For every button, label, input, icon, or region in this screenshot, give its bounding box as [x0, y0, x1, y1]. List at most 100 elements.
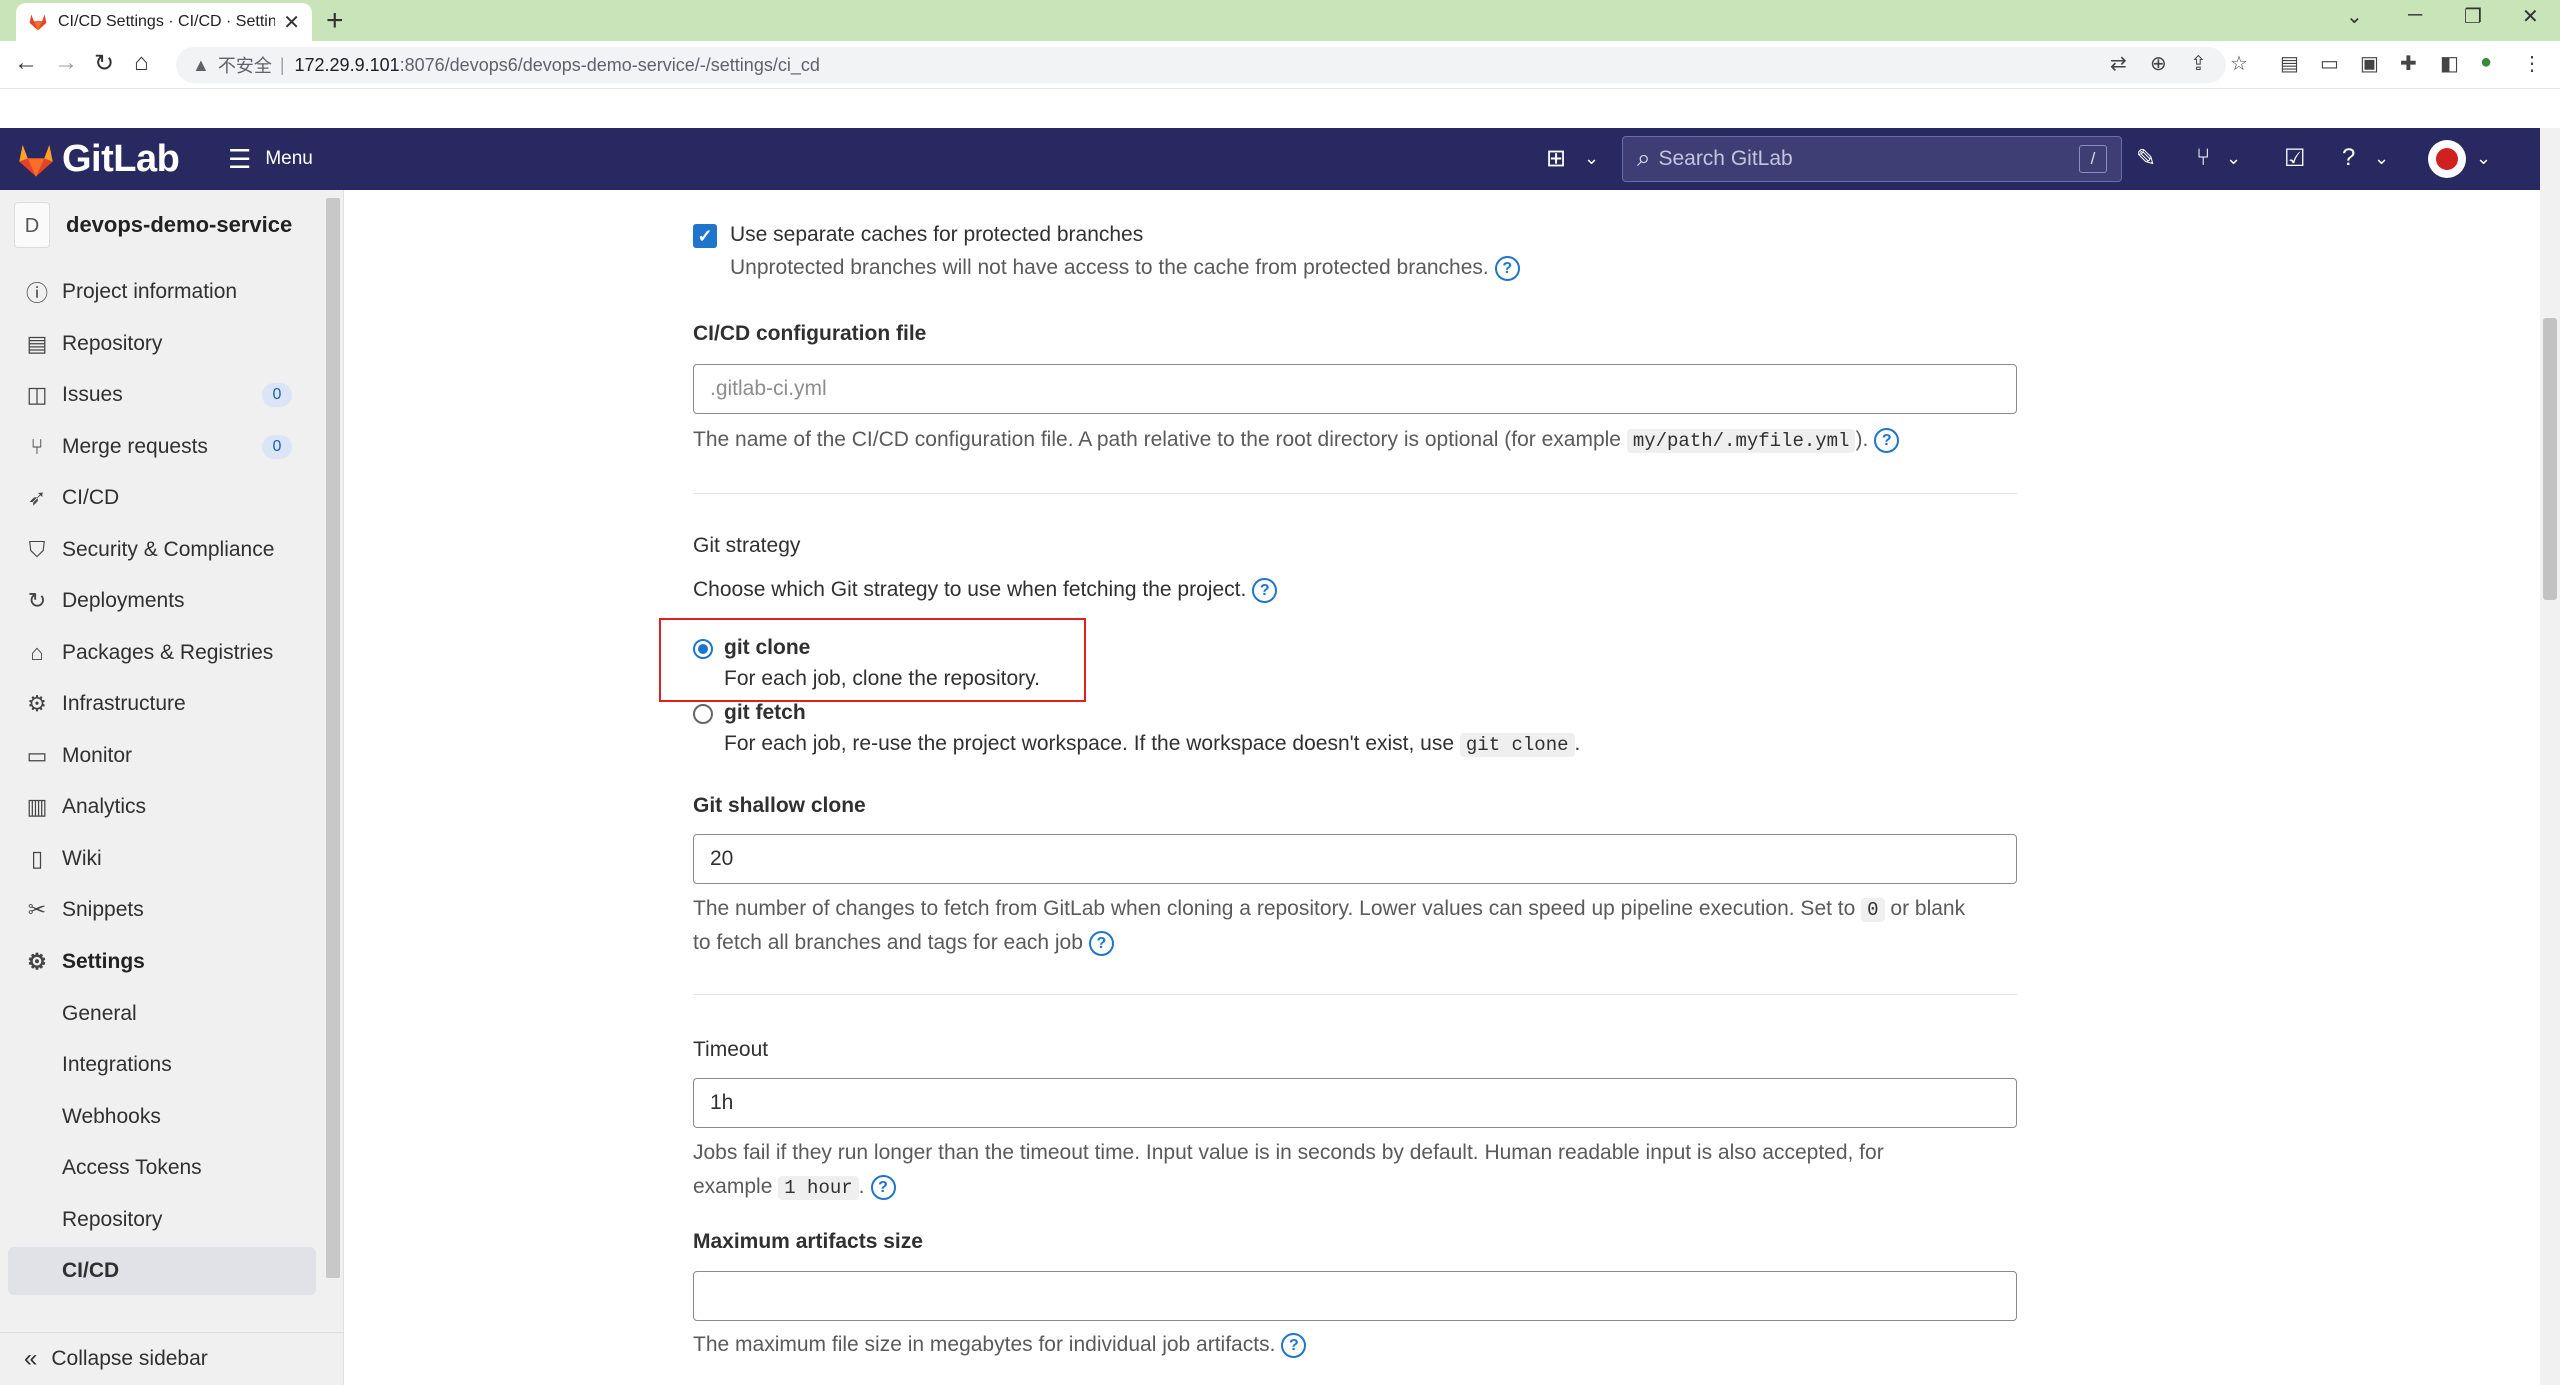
sidebar-item-settings[interactable]: ⚙ Settings — [0, 938, 324, 986]
puzzle-icon[interactable]: ✚ — [2400, 51, 2417, 76]
sidebar-item-security-compliance[interactable]: ⛉ Security & Compliance — [0, 526, 324, 574]
config-file-input[interactable]: .gitlab-ci.yml — [693, 364, 2017, 414]
git-fetch-radio[interactable] — [693, 704, 713, 724]
browser-menu-icon[interactable]: ⋮ — [2522, 51, 2542, 76]
sidebar-item-wiki[interactable]: ▯ Wiki — [0, 835, 324, 883]
share-icon[interactable]: ⇪ — [2190, 51, 2207, 76]
rocket-icon: ➶ — [27, 485, 47, 510]
collapse-sidebar-button[interactable]: « Collapse sidebar — [0, 1332, 344, 1384]
sidebar-subitem-integrations[interactable]: Integrations — [0, 1041, 324, 1089]
help-question-icon[interactable]: ? — [1281, 1332, 1307, 1358]
url-field[interactable]: ▲ 不安全 | 172.29.9.101:8076/devops6/devops… — [176, 47, 2226, 83]
sidebar-item-label: Settings — [62, 950, 145, 973]
warning-icon: ▲ — [192, 54, 210, 75]
help-question-icon[interactable]: ? — [1494, 255, 1520, 281]
reload-icon[interactable]: ↻ — [94, 49, 114, 78]
sidepanel-icon[interactable]: ◧ — [2440, 51, 2459, 76]
help-chevron-down-icon[interactable]: ⌄ — [2374, 148, 2389, 169]
help-question-icon[interactable]: ? — [1874, 427, 1900, 453]
sidebar-subitem-cicd[interactable]: CI/CD — [8, 1247, 316, 1295]
shallow-clone-help: The number of changes to fetch from GitL… — [693, 892, 1965, 927]
shallow-clone-help-after: or blank — [1890, 897, 1966, 920]
menu-button[interactable]: ☰ Menu — [228, 146, 313, 172]
sidebar-item-packages-registries[interactable]: ⌂ Packages & Registries — [0, 629, 324, 677]
git-clone-radio[interactable] — [693, 639, 713, 659]
merge-requests-icon[interactable]: ⑂ — [2196, 144, 2210, 172]
sidebar-project-header[interactable]: D devops-demo-service — [14, 202, 292, 248]
timeout-help-example: example — [693, 1175, 773, 1198]
new-tab-button[interactable]: + — [326, 4, 344, 38]
search-shortcut-key: / — [2079, 145, 2107, 173]
minimize-icon[interactable]: ─ — [2408, 4, 2422, 27]
help-question-icon[interactable]: ? — [1252, 577, 1278, 603]
git-fetch-help-after: . — [1574, 732, 1581, 755]
sidebar-item-merge-requests[interactable]: ⑂ Merge requests 0 — [0, 423, 324, 471]
extension2-icon[interactable]: ▭ — [2320, 51, 2339, 76]
shallow-clone-input[interactable]: 20 — [693, 834, 2017, 884]
sidebar-scrollbar[interactable] — [326, 198, 340, 1278]
separate-caches-label: Use separate caches for protected branch… — [730, 223, 1144, 246]
sidebar-item-issues[interactable]: ◫ Issues 0 — [0, 371, 324, 419]
mr-chevron-down-icon[interactable]: ⌄ — [2226, 148, 2241, 169]
max-artifacts-input[interactable] — [693, 1271, 2017, 1321]
sidebar-item-analytics[interactable]: ▥ Analytics — [0, 783, 324, 831]
user-avatar[interactable] — [2428, 140, 2466, 178]
avatar-chevron-down-icon[interactable]: ⌄ — [2476, 148, 2491, 169]
shallow-clone-zero-code: 0 — [1861, 898, 1885, 922]
sidebar-item-monitor[interactable]: ▭ Monitor — [0, 732, 324, 780]
translate-icon[interactable]: ⇄ — [2110, 51, 2127, 76]
sidebar-subitem-repository[interactable]: Repository — [0, 1196, 324, 1244]
gear-icon: ⚙ — [27, 949, 47, 974]
sidebar-item-snippets[interactable]: ✂ Snippets — [0, 886, 324, 934]
gitlab-top-bar: GitLab ☰ Menu ⊞ ⌄ ⌕ Search GitLab / ✎ ⑂ … — [0, 128, 2540, 190]
sidebar-item-label: Project information — [62, 280, 238, 303]
sidebar-item-label: Monitor — [62, 744, 133, 767]
sidebar-subitem-webhooks[interactable]: Webhooks — [0, 1093, 324, 1141]
max-artifacts-help-text: The maximum file size in megabytes for i… — [693, 1333, 1276, 1356]
extension3-icon[interactable]: ▣ — [2360, 51, 2379, 76]
sidebar-item-deployments[interactable]: ↻ Deployments — [0, 577, 324, 625]
section-divider — [693, 493, 2017, 494]
hamburger-icon: ☰ — [228, 144, 252, 174]
shallow-clone-help-text: The number of changes to fetch from GitL… — [693, 897, 1856, 920]
sidebar-item-repository[interactable]: ▤ Repository — [0, 320, 324, 368]
cloud-gear-icon: ⚙ — [27, 691, 47, 716]
sidebar-subitem-access-tokens[interactable]: Access Tokens — [0, 1144, 324, 1192]
home-icon[interactable]: ⌂ — [134, 49, 149, 77]
chevron-down-icon[interactable]: ⌄ — [1584, 148, 1599, 169]
window-close-icon[interactable]: ✕ — [2522, 4, 2539, 29]
help-question-icon[interactable]: ? — [870, 1174, 896, 1200]
tab-search-icon[interactable]: ⌄ — [2346, 4, 2363, 29]
url-text: 172.29.9.101:8076/devops6/devops-demo-se… — [295, 55, 820, 76]
sidebar-item-cicd[interactable]: ➶ CI/CD — [0, 474, 324, 522]
timeout-help-line2: example 1 hour.? — [693, 1170, 896, 1205]
back-icon[interactable]: ← — [14, 49, 38, 77]
forward-icon[interactable]: → — [54, 49, 78, 77]
todo-icon[interactable]: ☑ — [2284, 144, 2306, 173]
new-item-icon[interactable]: ⊞ — [1546, 144, 1566, 173]
restore-icon[interactable]: ❐ — [2464, 4, 2482, 29]
page-scrollbar-track[interactable] — [2540, 128, 2560, 1385]
help-question-icon[interactable]: ? — [1088, 930, 1114, 956]
sidebar-item-infrastructure[interactable]: ⚙ Infrastructure — [0, 680, 324, 728]
close-tab-icon[interactable]: ✕ — [283, 10, 300, 35]
sidebar-item-label: Wiki — [62, 847, 102, 870]
sidebar-item-label: Repository — [62, 332, 163, 355]
search-input[interactable]: ⌕ Search GitLab / — [1622, 136, 2122, 182]
sidebar-item-label: Packages & Registries — [62, 641, 274, 664]
sidebar-item-project-information[interactable]: ⓘ Project information — [0, 268, 324, 316]
bookmark-star-icon[interactable]: ☆ — [2230, 51, 2248, 76]
timeout-input[interactable]: 1h — [693, 1078, 2017, 1128]
issues-icon[interactable]: ✎ — [2136, 144, 2156, 173]
zoom-icon[interactable]: ⊕ — [2150, 51, 2167, 76]
browser-tab[interactable]: CI/CD Settings · CI/CD · Settings ✕ — [16, 3, 312, 41]
config-file-help-text: The name of the CI/CD configuration file… — [693, 428, 1621, 451]
sidebar-subitem-general[interactable]: General — [0, 990, 324, 1038]
gitlab-logo[interactable]: GitLab — [16, 138, 180, 181]
page-scrollbar-thumb[interactable] — [2543, 318, 2557, 600]
profile-icon[interactable]: ● — [2480, 51, 2492, 74]
help-icon[interactable]: ? — [2342, 144, 2355, 172]
project-avatar: D — [14, 202, 50, 248]
extension-icon[interactable]: ▤ — [2280, 51, 2299, 76]
separate-caches-checkbox[interactable]: ✓ — [693, 224, 717, 248]
